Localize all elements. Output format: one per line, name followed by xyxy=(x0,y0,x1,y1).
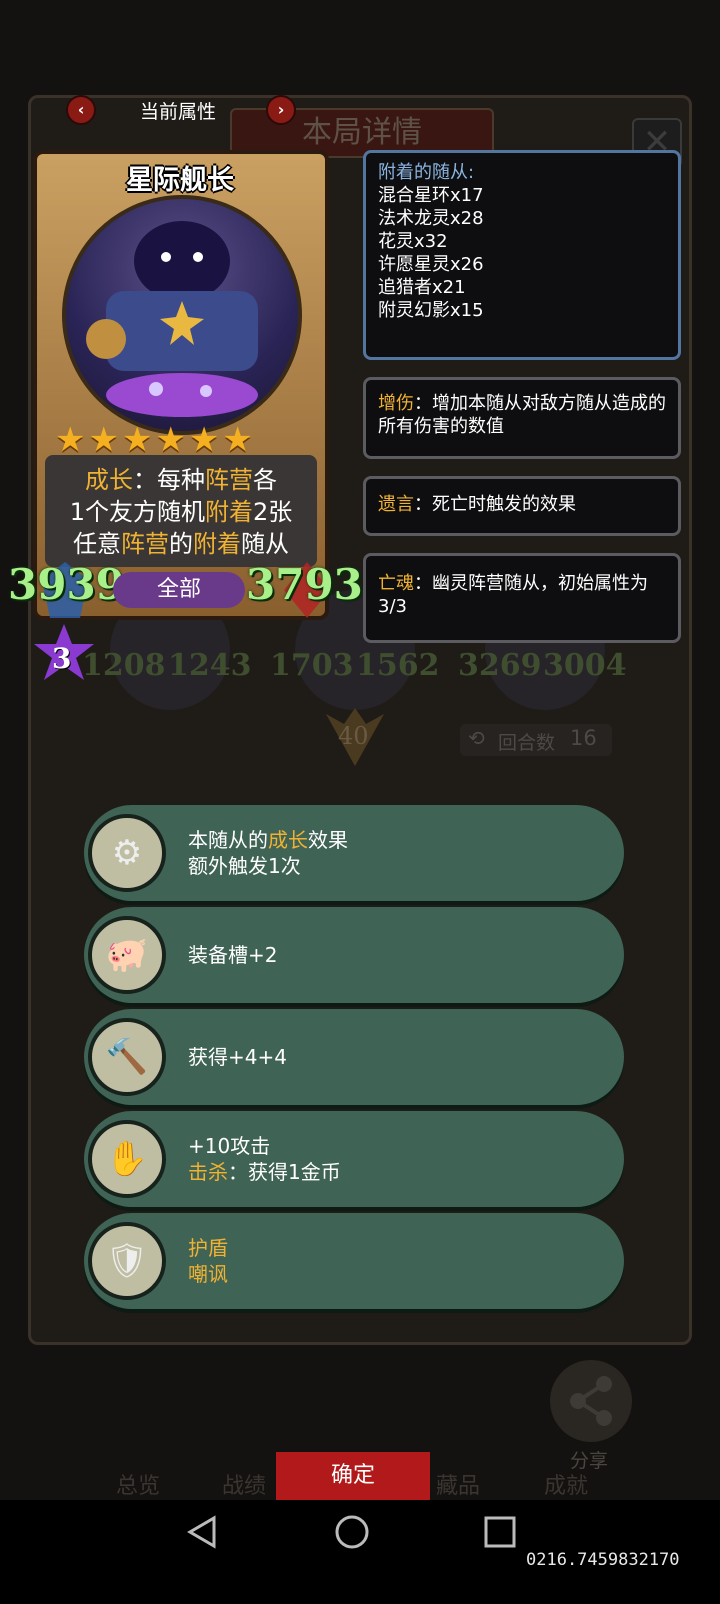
next-arrow-button[interactable]: › xyxy=(266,95,296,125)
keyword-tooltip-damage: 增伤：增加本随从对敌方随从造成的所有伤害的数值 xyxy=(363,377,681,459)
card-desc-line: 1个友方随机附着2张 xyxy=(45,492,317,527)
refresh-icon: ⟲ xyxy=(468,726,485,750)
keyword-text: 阵营 xyxy=(121,530,169,558)
effect-line: 装备槽+2 xyxy=(188,942,277,968)
keyword-text: ：死亡时触发的效果 xyxy=(414,494,576,515)
attached-title: 附着的随从: xyxy=(378,162,475,183)
home-icon[interactable] xyxy=(332,1512,372,1552)
effect-text: 装备槽+2 xyxy=(188,942,277,968)
keyword-name: 亡魂 xyxy=(378,573,414,594)
card-name: 星际舰长 xyxy=(126,165,234,196)
star-value: 40 xyxy=(338,722,369,750)
attached-item: 附灵幻影x15 xyxy=(378,300,484,321)
plain-text: 随从 xyxy=(241,530,289,558)
filter-all-button[interactable]: 全部 xyxy=(113,572,245,608)
keyword-text: ：幽灵阵营随从，初始属性为3/3 xyxy=(378,573,648,617)
plain-text: 的 xyxy=(169,530,193,558)
effect-text: 本随从的成长效果 额外触发1次 xyxy=(188,827,348,879)
bg-stat: 1562 xyxy=(356,648,440,683)
pig-icon: 🐖 xyxy=(88,916,166,994)
keyword-name: 遗言 xyxy=(378,494,414,515)
keyword-text: 成长 xyxy=(85,466,133,494)
attack-value: 3939 xyxy=(8,560,125,609)
keyword-text: 附着 xyxy=(205,498,253,526)
effect-line: +10攻击 xyxy=(188,1133,341,1159)
bg-stat: 3004 xyxy=(543,648,627,683)
keyword-text: ：增加本随从对敌方随从造成的所有伤害的数值 xyxy=(378,393,666,437)
plain-text: ：获得1金币 xyxy=(228,1160,341,1184)
effect-text: 护盾 嘲讽 xyxy=(188,1235,228,1287)
plain-text: 本随从的 xyxy=(188,828,268,852)
prev-arrow-button[interactable]: ‹ xyxy=(66,95,96,125)
keyword-tooltip-deathrattle: 遗言：死亡时触发的效果 xyxy=(363,476,681,536)
bg-stat: 1243 xyxy=(168,648,252,683)
plain-text: 2张 xyxy=(253,498,293,526)
keyword-text: 击杀 xyxy=(188,1160,228,1184)
plain-text: 获得+4+4 xyxy=(188,1045,287,1069)
attached-item: 追猎者x21 xyxy=(378,277,466,298)
turns-label: 回合数 xyxy=(498,732,556,754)
keyword-text: 附着 xyxy=(193,530,241,558)
card-desc-line: 成长：每种阵营各 xyxy=(45,460,317,495)
bg-stat: 1703 xyxy=(270,648,354,683)
tab-collection[interactable]: 藏品 xyxy=(436,1468,480,1500)
bg-stat: 3269 xyxy=(458,648,542,683)
plain-text: 装备槽+2 xyxy=(188,943,278,967)
confirm-button[interactable]: 确定 xyxy=(276,1452,430,1500)
tab-record[interactable]: 战绩 xyxy=(222,1468,266,1500)
plain-text: +10攻击 xyxy=(188,1134,271,1158)
keyword-text: 嘲讽 xyxy=(188,1262,228,1286)
plain-text: 额外触发1次 xyxy=(188,854,301,878)
attached-item: 混合星环x17 xyxy=(378,185,484,206)
keyword-text: 成长 xyxy=(268,828,308,852)
star-rating: ★★★★★★ xyxy=(55,420,256,460)
effect-text: +10攻击 击杀：获得1金币 xyxy=(188,1133,341,1185)
health-value: 3793 xyxy=(246,560,363,609)
keyword-text: 阵营 xyxy=(205,466,253,494)
attached-item: 花灵x32 xyxy=(378,231,448,252)
hammer-icon: 🔨 xyxy=(88,1018,166,1096)
share-label: 分享 xyxy=(570,1450,609,1472)
effect-line: 护盾 xyxy=(188,1235,228,1261)
back-icon[interactable] xyxy=(184,1512,224,1552)
glove-icon: ✋ xyxy=(88,1120,166,1198)
robot-captain-icon xyxy=(86,221,258,417)
keyword-tooltip-ghost: 亡魂：幽灵阵营随从，初始属性为3/3 xyxy=(363,553,681,643)
effect-line: 嘲讽 xyxy=(188,1261,228,1287)
turns-value: 16 xyxy=(570,726,597,750)
plain-text: 1个友方随机 xyxy=(69,498,205,526)
shield-crest-icon: 🛡 xyxy=(88,1222,166,1300)
share-icon xyxy=(570,1376,612,1426)
coordinate-readout: 0216.7459832170 xyxy=(526,1550,680,1570)
attached-item: 法术龙灵x28 xyxy=(378,208,484,229)
effect-line: 击杀：获得1金币 xyxy=(188,1159,341,1185)
share-button[interactable] xyxy=(550,1360,632,1442)
hand-gear-icon: ⚙ xyxy=(88,814,166,892)
effect-text: 获得+4+4 xyxy=(188,1044,287,1070)
keyword-name: 增伤 xyxy=(378,393,414,414)
effect-line: 本随从的成长效果 xyxy=(188,827,348,853)
attached-minions-panel: 附着的随从: 混合星环x17 法术龙灵x28 花灵x32 许愿星灵x26 追猎者… xyxy=(363,150,681,360)
plain-text: 效果 xyxy=(308,828,348,852)
plain-text: ：每种 xyxy=(133,466,205,494)
card-art xyxy=(62,195,302,435)
plain-text: 任意 xyxy=(73,530,121,558)
keyword-text: 护盾 xyxy=(188,1236,228,1260)
effect-line: 获得+4+4 xyxy=(188,1044,287,1070)
card-desc-line: 任意阵营的附着随从 xyxy=(45,524,317,559)
tab-overview[interactable]: 总览 xyxy=(116,1468,160,1500)
level-value: 3 xyxy=(52,642,72,675)
current-attr-label: 当前属性 xyxy=(140,101,217,123)
effect-line: 额外触发1次 xyxy=(188,853,348,879)
recents-icon[interactable] xyxy=(480,1512,520,1552)
attached-item: 许愿星灵x26 xyxy=(378,254,484,275)
plain-text: 各 xyxy=(253,466,277,494)
